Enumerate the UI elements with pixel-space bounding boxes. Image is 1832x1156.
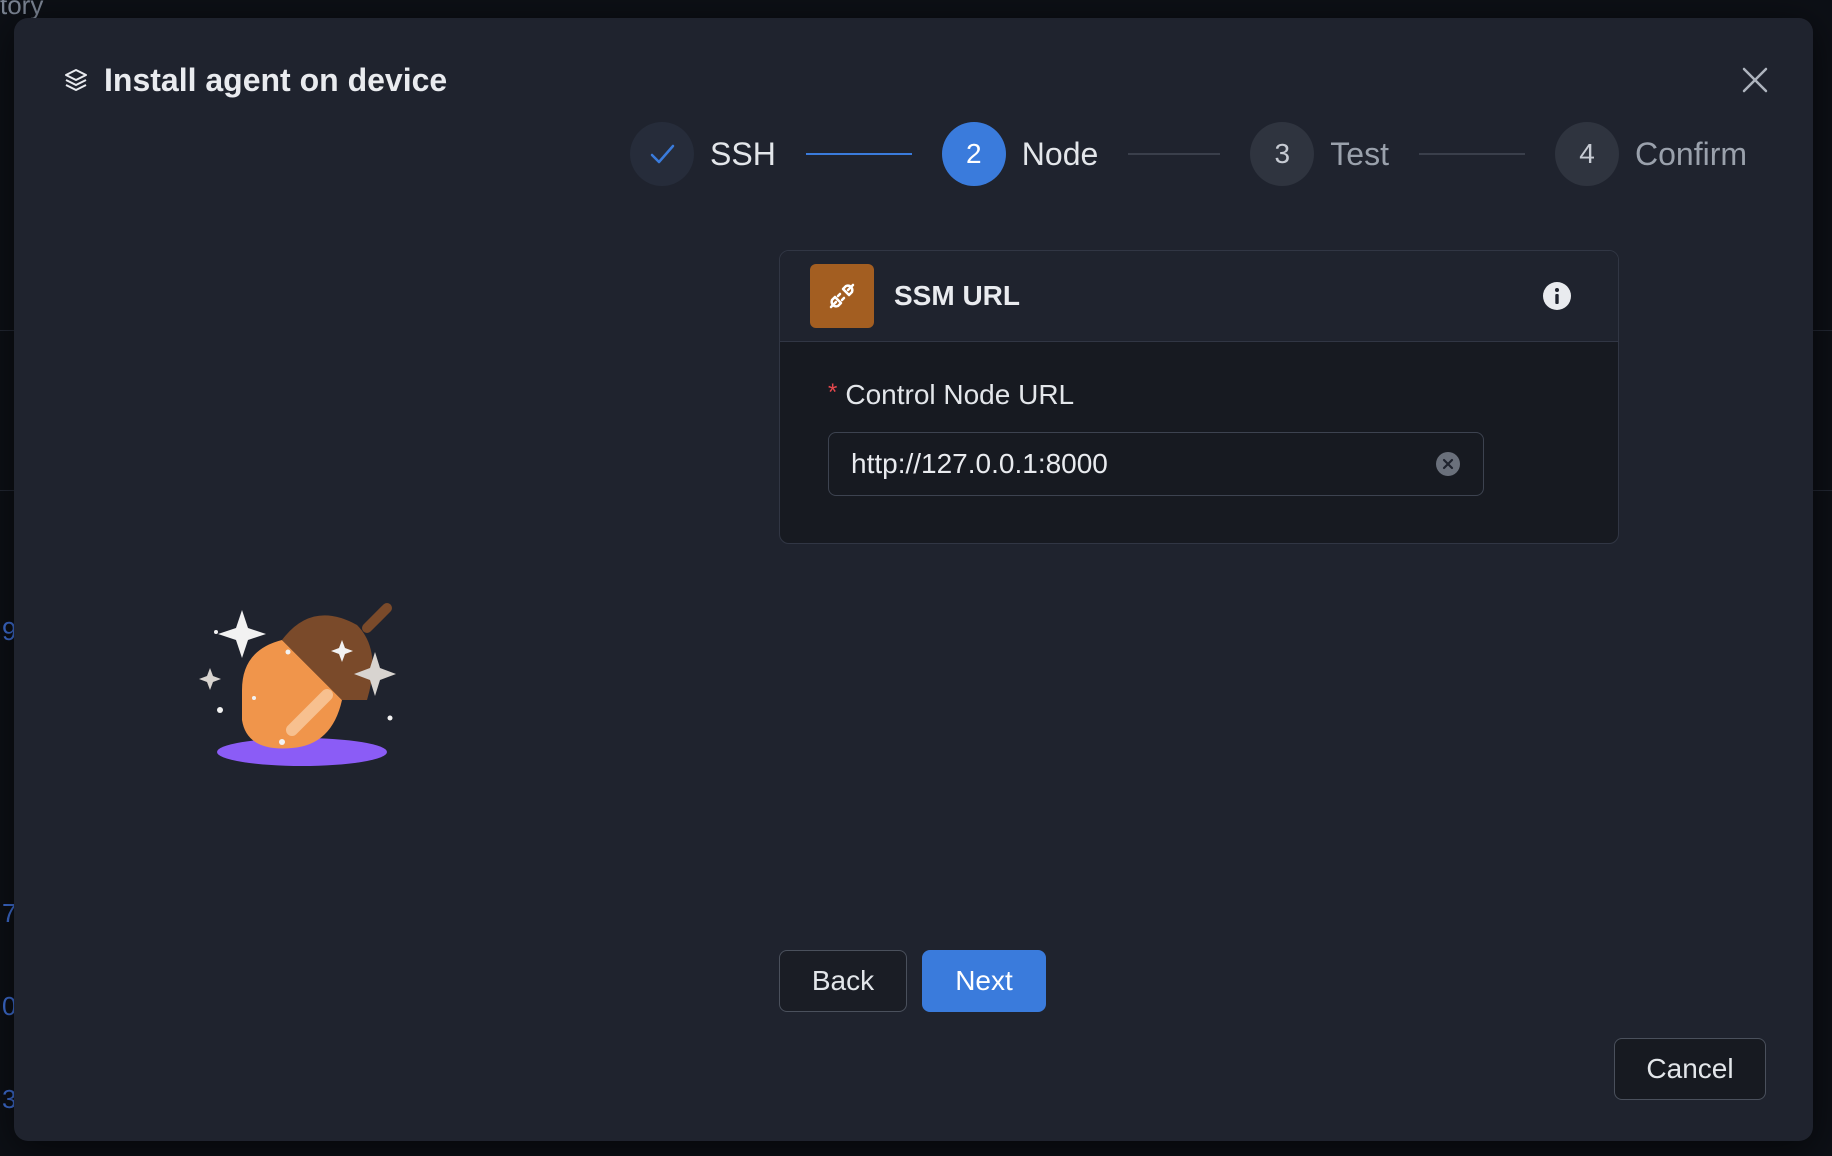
background-top [0,0,1832,18]
control-node-url-label-text: Control Node URL [845,379,1075,410]
cancel-button[interactable]: Cancel [1614,1038,1766,1100]
plug-connection-icon [810,264,874,328]
step-connector [1128,153,1221,155]
card-header: SSM URL [780,251,1618,342]
step-confirm-label: Confirm [1634,135,1747,172]
step-confirm[interactable]: 4 Confirm [1554,122,1747,186]
layers-icon [62,67,90,95]
control-node-url-field [828,432,1484,496]
clear-input-icon[interactable] [1435,451,1461,477]
install-agent-modal: Install agent on device SSH 2 Node 3 Tes… [14,18,1813,1141]
step-node-label: Node [1021,135,1099,172]
step-test-label: Test [1330,135,1389,172]
control-node-url-input[interactable] [829,448,1435,480]
control-node-url-label: * Control Node URL [828,379,1074,411]
step-test-number: 3 [1250,122,1315,186]
step-ssh[interactable]: SSH [630,122,776,186]
required-mark: * [828,379,838,406]
back-button[interactable]: Back [779,950,907,1012]
stepper: SSH 2 Node 3 Test 4 Confirm [630,122,1747,186]
step-test[interactable]: 3 Test [1250,122,1389,186]
step-node-number: 2 [941,122,1006,186]
step-ssh-label: SSH [710,135,776,172]
step-confirm-number: 4 [1554,122,1619,186]
step-connector [805,153,912,155]
step-node[interactable]: 2 Node [941,122,1099,186]
close-icon [1742,67,1768,93]
step-connector [1418,153,1525,155]
close-button[interactable] [1735,60,1775,100]
popsicle-illustration [192,580,422,780]
step-ssh-check-icon [630,122,694,186]
info-icon[interactable] [1542,281,1572,311]
card-title: SSM URL [894,280,1020,311]
next-button[interactable]: Next [922,950,1046,1012]
modal-title: Install agent on device [62,62,447,99]
ssm-url-card: SSM URL * Control Node URL [779,250,1619,544]
modal-title-text: Install agent on device [104,62,448,98]
